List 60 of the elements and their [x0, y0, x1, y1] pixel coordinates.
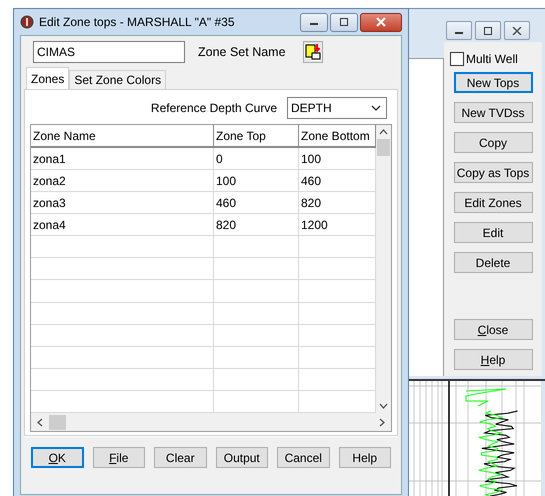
column-header[interactable]: Zone Name	[31, 125, 214, 147]
dialog-button[interactable]: Output	[216, 447, 268, 468]
close-icon	[512, 26, 522, 34]
scroll-thumb[interactable]	[49, 414, 66, 430]
tab[interactable]: Zones	[26, 67, 70, 89]
zone-set-name-label: Zone Set Name	[198, 44, 286, 58]
panel-button[interactable]: Copy	[454, 132, 532, 153]
table-cell: zona3	[31, 192, 214, 214]
app-icon	[20, 15, 34, 29]
panel-button[interactable]: Delete	[454, 252, 532, 273]
vertical-scrollbar[interactable]	[376, 125, 391, 413]
panel-button[interactable]: New TVDss	[454, 102, 532, 123]
dialog-button[interactable]: Clear	[154, 447, 206, 468]
table-cell: zona2	[31, 170, 214, 192]
multi-well-label: Multi Well	[466, 52, 518, 66]
minimize-button[interactable]	[446, 21, 472, 40]
table-cell: 100	[214, 170, 298, 192]
table-cell: 0	[214, 147, 298, 170]
table-cell: zona4	[31, 214, 214, 236]
reference-depth-curve-label: Reference Depth Curve	[150, 101, 277, 115]
column-header[interactable]: Zone Top	[214, 125, 298, 147]
window-title: Edit Zone tops - MARSHALL "A" #35	[39, 15, 236, 29]
dialog-button[interactable]: Help	[338, 447, 391, 468]
chevron-right-icon	[379, 418, 385, 426]
table-cell: 1200	[298, 214, 376, 236]
panel-button[interactable]: Copy as Tops	[454, 162, 532, 183]
table-cell: 820	[214, 214, 298, 236]
maximize-button[interactable]	[475, 21, 501, 40]
minimize-button[interactable]	[300, 12, 328, 32]
table-cell: 100	[298, 147, 376, 170]
panel-button[interactable]: Edit	[454, 222, 532, 243]
tab[interactable]: Set Zone Colors	[69, 70, 166, 89]
save-button[interactable]	[302, 40, 323, 62]
panel-button[interactable]: New Tops	[454, 72, 532, 93]
chevron-left-icon	[37, 418, 43, 426]
document-arrow-icon	[304, 42, 321, 60]
table-cell: 820	[298, 192, 376, 214]
scroll-thumb[interactable]	[376, 139, 390, 156]
multi-well-checkbox[interactable]	[450, 52, 464, 66]
dialog-button[interactable]: OK	[31, 447, 84, 468]
panel-button[interactable]: Close	[454, 319, 532, 340]
panel-button[interactable]: Help	[454, 349, 532, 370]
table-cell: 460	[214, 192, 298, 214]
chevron-down-icon	[371, 105, 381, 111]
maximize-button[interactable]	[330, 12, 358, 32]
chevron-up-icon	[378, 129, 388, 135]
dialog-button[interactable]: File	[92, 447, 145, 468]
table-cell: 460	[298, 170, 376, 192]
close-icon	[375, 17, 387, 27]
column-header[interactable]: Zone Bottom	[298, 125, 376, 147]
chevron-down-icon	[378, 403, 388, 409]
zone-set-name-field[interactable]: CIMAS	[33, 40, 185, 62]
maximize-icon	[339, 18, 349, 26]
table-cell: zona1	[31, 147, 214, 170]
dialog-button[interactable]: Cancel	[277, 447, 330, 468]
close-button[interactable]	[504, 21, 530, 40]
close-button[interactable]	[360, 12, 402, 32]
panel-button[interactable]: Edit Zones	[454, 192, 532, 213]
maximize-icon	[483, 26, 493, 34]
depth-curve-dropdown[interactable]: DEPTH	[287, 97, 387, 119]
